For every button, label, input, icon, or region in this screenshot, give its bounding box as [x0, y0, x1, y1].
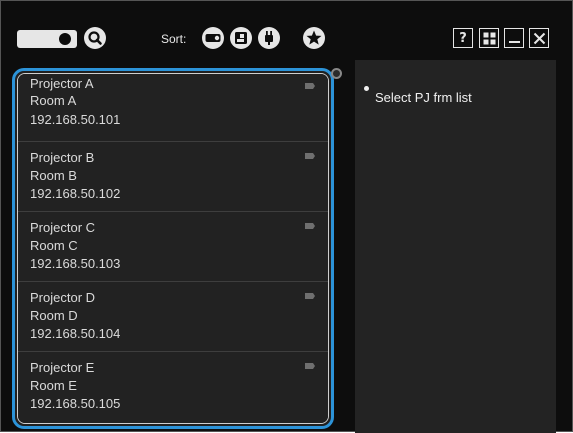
sort-by-projector-button[interactable] [202, 27, 224, 49]
list-scroll-handle[interactable] [331, 68, 342, 79]
sort-label: Sort: [161, 32, 187, 46]
list-item-projector-b[interactable]: Projector B Room B 192.168.50.102 [18, 142, 328, 212]
projector-icon [205, 34, 221, 42]
sort-by-power-button[interactable] [258, 27, 280, 49]
star-icon [306, 30, 322, 45]
projector-ip: 192.168.50.102 [30, 186, 121, 201]
power-icon [265, 31, 273, 45]
projector-name: Projector B [30, 150, 95, 165]
projector-icon[interactable] [17, 28, 79, 50]
projector-list-inner: Projector A Room A 192.168.50.101 Projec… [17, 73, 329, 424]
connection-status-icon [305, 363, 315, 369]
toolbar: Sort: ? [1, 1, 573, 59]
sort-by-favorite-button[interactable] [303, 27, 325, 49]
search-icon[interactable] [84, 27, 106, 49]
connection-status-icon [305, 223, 315, 229]
projector-room: Room C [30, 238, 78, 253]
projector-room: Room D [30, 308, 78, 323]
layout-button[interactable] [479, 28, 499, 48]
input-source-icon [235, 32, 247, 44]
projector-app-window: Sort: ? Projector A Room A 192.168.50.10… [0, 0, 573, 433]
projector-room: Room A [30, 93, 77, 108]
detail-panel: Select PJ frm list [355, 60, 556, 433]
close-icon [533, 32, 545, 44]
sort-by-input-button[interactable] [230, 27, 252, 49]
help-button[interactable]: ? [453, 28, 473, 48]
bullet-icon [364, 86, 369, 91]
close-button[interactable] [529, 28, 549, 48]
grid-icon [483, 32, 495, 44]
projector-list: Projector A Room A 192.168.50.101 Projec… [12, 68, 334, 429]
list-item-projector-d[interactable]: Projector D Room D 192.168.50.104 [18, 282, 328, 352]
projector-name: Projector D [30, 290, 96, 305]
list-item-projector-a[interactable]: Projector A Room A 192.168.50.101 [18, 74, 328, 142]
projector-room: Room E [30, 378, 77, 393]
list-item-projector-e[interactable]: Projector E Room E 192.168.50.105 [18, 352, 328, 423]
minimize-button[interactable] [504, 28, 524, 48]
list-item-projector-c[interactable]: Projector C Room C 192.168.50.103 [18, 212, 328, 282]
projector-ip: 192.168.50.105 [30, 396, 121, 411]
projector-name: Projector A [30, 76, 94, 91]
connection-status-icon [305, 153, 315, 159]
minimize-icon [508, 40, 520, 43]
projector-room: Room B [30, 168, 77, 183]
connection-status-icon [305, 83, 315, 89]
projector-name: Projector C [30, 220, 96, 235]
projector-ip: 192.168.50.101 [30, 112, 121, 127]
connection-status-icon [305, 293, 315, 299]
projector-name: Projector E [30, 360, 95, 375]
projector-ip: 192.168.50.104 [30, 326, 121, 341]
detail-message: Select PJ frm list [375, 90, 472, 105]
projector-ip: 192.168.50.103 [30, 256, 121, 271]
